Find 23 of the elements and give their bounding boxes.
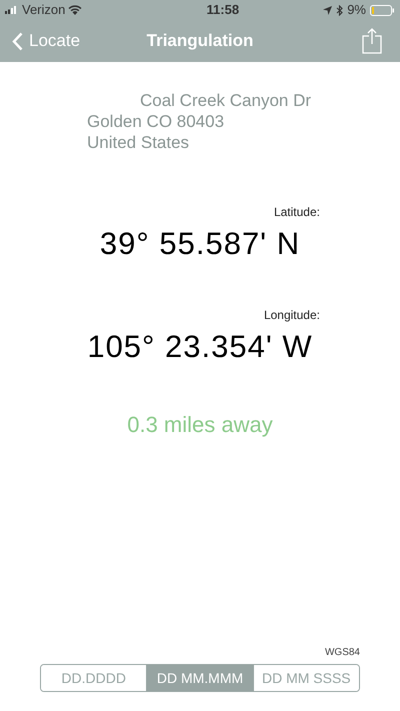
format-segment[interactable]: DD MM.MMM bbox=[146, 665, 253, 691]
distance-text: 0.3 miles away bbox=[127, 411, 273, 439]
status-time: 11:58 bbox=[206, 1, 240, 20]
battery-percent: 9% bbox=[347, 1, 366, 20]
back-chevron-icon bbox=[12, 32, 23, 50]
signal-icon bbox=[5, 6, 19, 14]
share-icon[interactable] bbox=[362, 28, 382, 54]
screen-title: Triangulation bbox=[146, 30, 254, 52]
address-line: United States bbox=[87, 133, 190, 152]
back-button[interactable]: Locate bbox=[12, 28, 80, 54]
battery-icon bbox=[370, 4, 395, 16]
datum-label: WGS84 bbox=[324, 646, 360, 660]
carrier-name: Verizon bbox=[22, 1, 66, 20]
wifi-icon bbox=[68, 5, 82, 15]
location-arrow-icon bbox=[323, 6, 332, 14]
coordinate-label: Longitude: bbox=[264, 307, 320, 324]
address-line: Coal Creek Canyon Dr bbox=[140, 91, 312, 110]
bluetooth-icon bbox=[336, 4, 344, 16]
format-segment[interactable]: DD MM SSSS bbox=[252, 665, 359, 691]
coordinate-value: 39° 55.587' N bbox=[100, 225, 300, 263]
coordinate-value: 105° 23.354' W bbox=[87, 328, 313, 366]
coordinate-label: Latitude: bbox=[274, 204, 320, 221]
address-line: Golden CO 80403 bbox=[87, 112, 224, 131]
